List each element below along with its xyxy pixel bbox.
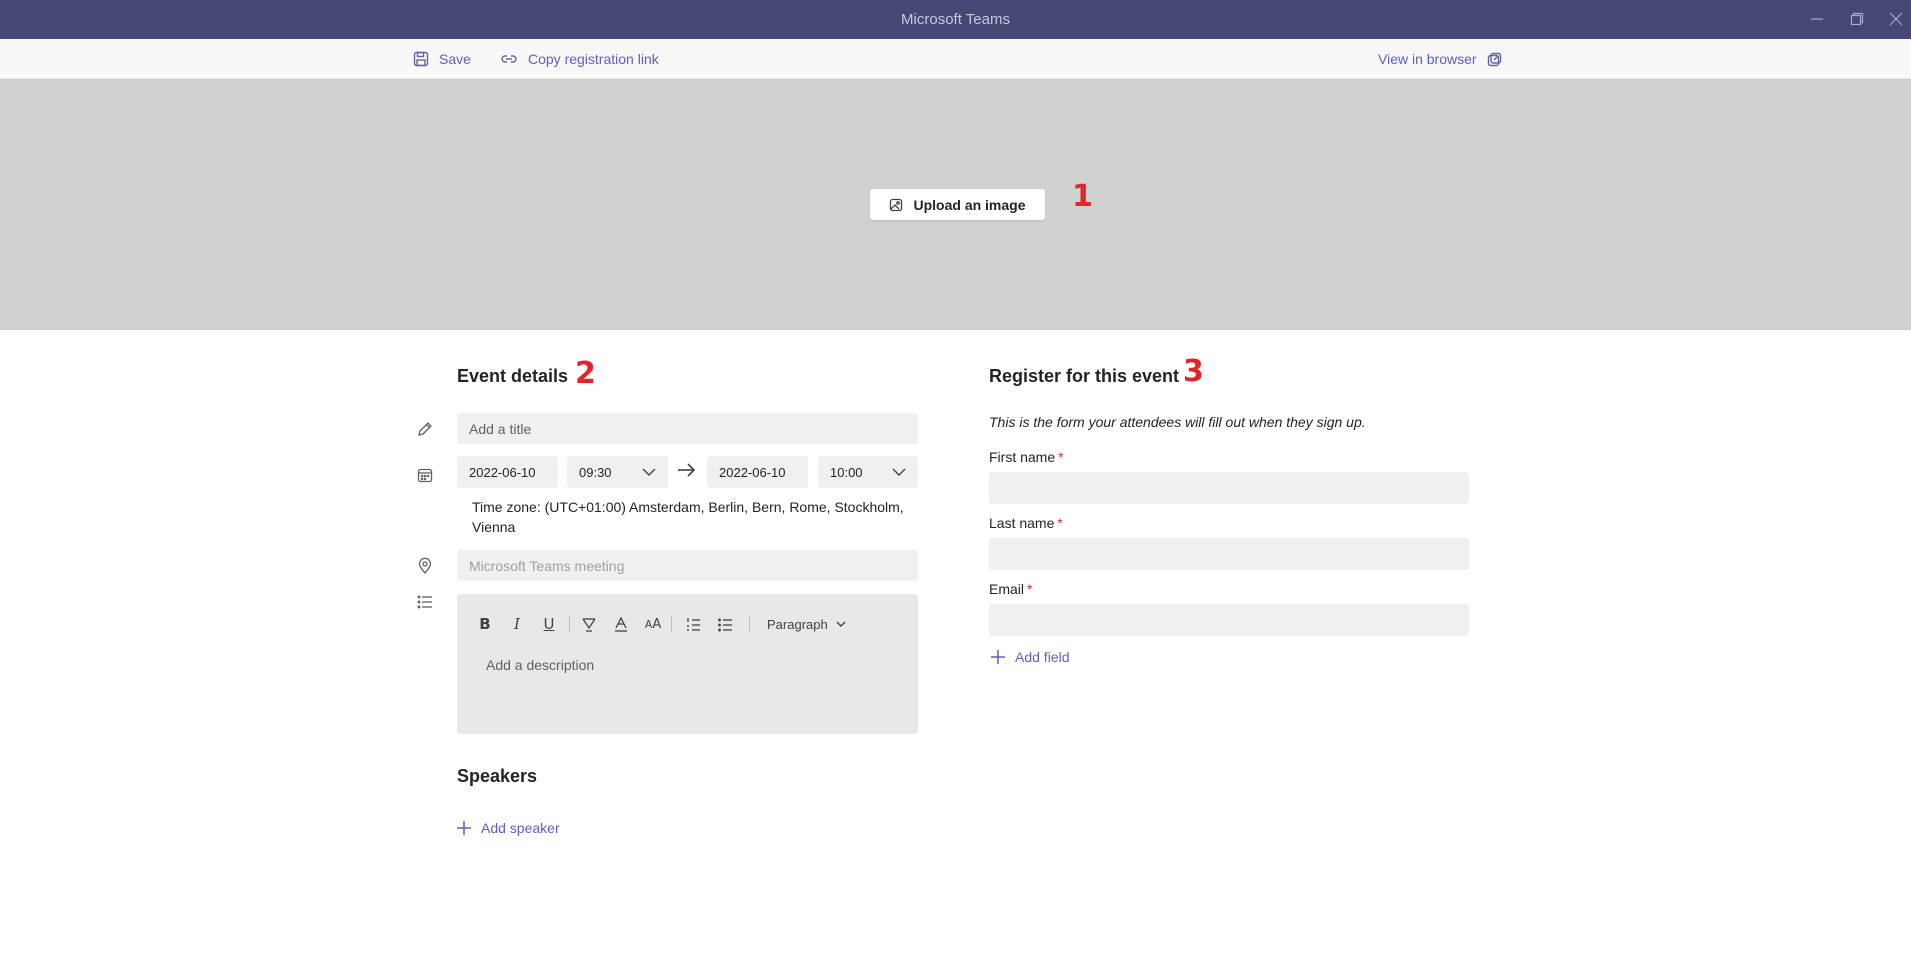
email-label: Email * — [989, 581, 1032, 597]
required-marker: * — [1027, 581, 1033, 597]
add-field-label: Add field — [1015, 649, 1070, 665]
timezone-text[interactable]: Time zone: (UTC+01:00) Amsterdam, Berlin… — [472, 497, 912, 537]
annotation-2: 2 — [575, 356, 596, 391]
annotation-1: 1 — [1072, 179, 1093, 214]
annotation-3: 3 — [1183, 354, 1204, 389]
open-external-icon — [1487, 52, 1501, 66]
toolbar: Save Copy registration link View in brow… — [0, 39, 1911, 79]
close-icon — [1889, 12, 1903, 26]
location-icon — [413, 554, 437, 578]
last-name-label: Last name * — [989, 515, 1063, 531]
add-speaker-label: Add speaker — [481, 820, 560, 836]
save-label: Save — [439, 51, 471, 67]
save-button[interactable]: Save — [413, 39, 471, 79]
highlight-icon[interactable] — [577, 612, 601, 636]
email-field[interactable] — [989, 604, 1469, 636]
pencil-icon — [413, 417, 437, 441]
copy-link-label: Copy registration link — [528, 51, 659, 67]
toolbar-divider — [569, 616, 570, 632]
event-title-input[interactable]: Add a title — [457, 413, 918, 444]
calendar-icon — [413, 463, 437, 487]
last-name-label-text: Last name — [989, 515, 1055, 531]
window-title: Microsoft Teams — [901, 11, 1010, 28]
first-name-field[interactable] — [989, 472, 1469, 504]
minimize-button[interactable] — [1803, 6, 1831, 32]
close-button[interactable] — [1882, 6, 1910, 32]
save-icon — [413, 51, 429, 67]
chevron-down-icon — [892, 466, 906, 481]
timezone-line-2: Vienna — [472, 519, 516, 535]
required-marker: * — [1057, 515, 1063, 531]
plus-icon — [991, 650, 1005, 664]
start-date-field[interactable]: 2022-06-10 — [457, 456, 558, 488]
underline-icon[interactable]: U — [537, 612, 561, 636]
required-marker: * — [1058, 449, 1064, 465]
first-name-label: First name * — [989, 449, 1064, 465]
last-name-field[interactable] — [989, 538, 1469, 570]
view-browser-label: View in browser — [1378, 51, 1477, 67]
registration-heading: Register for this event — [989, 366, 1180, 386]
event-banner: Upload an image 1 — [0, 79, 1911, 330]
toolbar-divider — [671, 616, 672, 632]
list-icon — [413, 590, 437, 614]
italic-icon[interactable]: I — [505, 612, 529, 636]
maximize-button[interactable] — [1843, 6, 1871, 32]
description-editor[interactable]: B I U AA Paragraph Add a description — [457, 594, 918, 734]
image-icon — [890, 198, 903, 211]
add-field-button[interactable]: Add field — [991, 649, 1069, 665]
chevron-down-icon — [642, 466, 656, 481]
upload-image-label: Upload an image — [913, 196, 1026, 213]
speakers-heading: Speakers — [457, 766, 538, 786]
description-placeholder: Add a description — [486, 657, 595, 673]
copy-registration-link-button[interactable]: Copy registration link — [500, 39, 659, 79]
timezone-line-1: Time zone: (UTC+01:00) Amsterdam, Berlin… — [472, 499, 904, 515]
location-input[interactable]: Microsoft Teams meeting — [457, 550, 918, 581]
registration-subtitle: This is the form your attendees will fil… — [989, 414, 1366, 430]
bold-icon[interactable]: B — [473, 612, 497, 636]
email-label-text: Email — [989, 581, 1025, 597]
plus-icon — [457, 821, 471, 835]
view-in-browser-button[interactable]: View in browser — [1378, 39, 1502, 79]
end-time-field[interactable]: 10:00 — [818, 456, 918, 488]
upload-image-button[interactable]: Upload an image — [870, 189, 1045, 220]
bulleted-list-icon[interactable] — [713, 612, 737, 636]
font-color-icon[interactable] — [609, 612, 633, 636]
font-size-icon[interactable]: AA — [641, 612, 665, 636]
maximize-icon — [1850, 12, 1864, 26]
add-speaker-button[interactable]: Add speaker — [457, 820, 560, 836]
chevron-down-icon — [836, 621, 846, 627]
link-icon — [501, 55, 517, 63]
title-bar: Microsoft Teams — [0, 0, 1911, 39]
toolbar-divider — [749, 616, 750, 632]
first-name-label-text: First name — [989, 449, 1056, 465]
start-time-field[interactable]: 09:30 — [567, 456, 668, 488]
end-time-value: 10:00 — [830, 464, 863, 480]
end-date-field[interactable]: 2022-06-10 — [707, 456, 808, 488]
arrow-right-icon — [677, 462, 697, 483]
start-time-value: 09:30 — [579, 464, 612, 480]
paragraph-style-dropdown[interactable]: Paragraph — [767, 612, 846, 636]
numbered-list-icon[interactable] — [681, 612, 705, 636]
paragraph-style-label: Paragraph — [767, 616, 828, 632]
event-details-heading: Event details — [457, 366, 569, 386]
minimize-icon — [1811, 18, 1823, 20]
